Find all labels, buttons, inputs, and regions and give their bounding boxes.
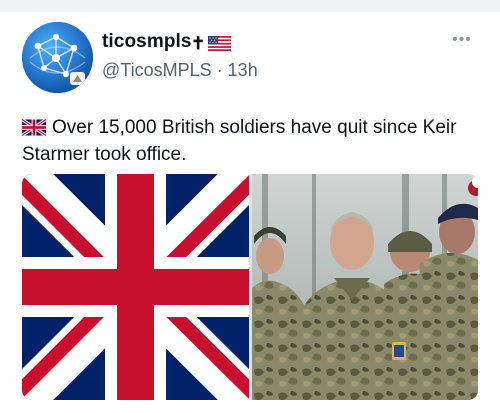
latin-cross-icon: ✝ (191, 33, 206, 53)
soldiers-photo[interactable] (252, 174, 478, 400)
handle-line: @TicosMPLS · 13h (102, 60, 258, 81)
post-text: Over 15,000 British soldiers have quit s… (22, 114, 482, 168)
union-jack-flag (22, 174, 265, 400)
display-name[interactable]: ticosmpls (102, 31, 192, 53)
uk-flag-icon (22, 119, 46, 136)
globe-network-icon (22, 22, 93, 93)
more-options-icon: ••• (452, 31, 472, 48)
union-jack-image[interactable] (22, 174, 265, 400)
avatar[interactable] (22, 22, 93, 93)
post-media[interactable] (22, 174, 478, 400)
user-handle[interactable]: @TicosMPLS (102, 60, 212, 80)
name-badges: ✝ (191, 33, 232, 53)
post-time[interactable]: 13h (228, 60, 258, 80)
post-body: Over 15,000 British soldiers have quit s… (22, 117, 457, 165)
us-flag-icon (208, 35, 232, 51)
soldiers-group-photo (252, 174, 478, 400)
more-options-button[interactable]: ••• (448, 32, 476, 48)
meta-separator: · (216, 60, 223, 80)
top-bar (0, 0, 500, 12)
